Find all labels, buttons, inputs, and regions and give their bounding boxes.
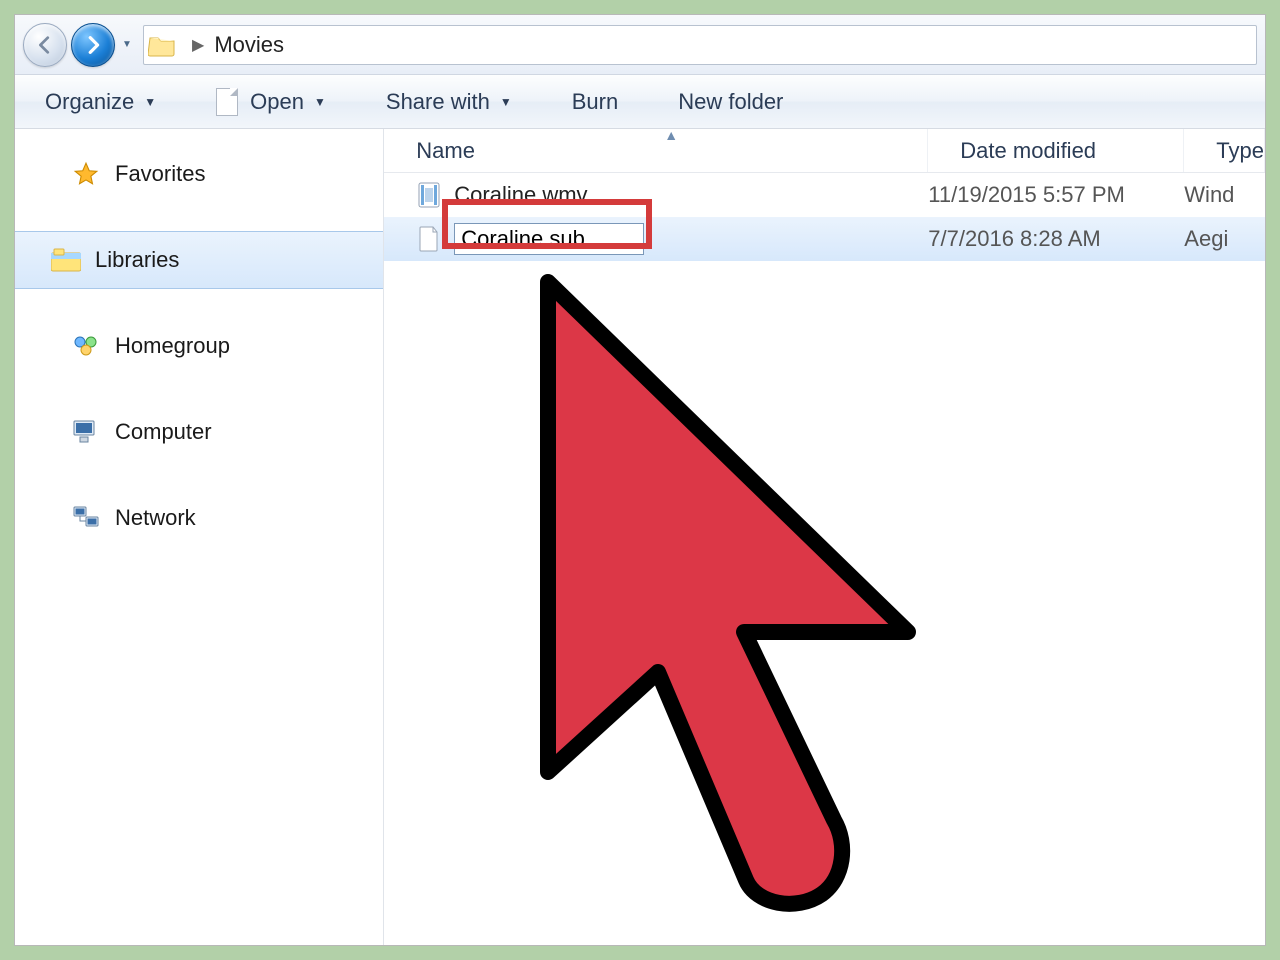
sidebar-item-libraries[interactable]: Libraries (15, 231, 383, 289)
network-icon (69, 503, 103, 533)
chevron-down-icon: ▼ (314, 95, 326, 109)
file-icon (216, 88, 238, 116)
file-date: 7/7/2016 8:28 AM (928, 226, 1184, 252)
open-menu[interactable]: Open▼ (216, 88, 326, 116)
sidebar-item-homegroup[interactable]: Homegroup (15, 317, 383, 375)
column-header-date[interactable]: Date modified (928, 129, 1184, 172)
sidebar-item-favorites[interactable]: Favorites (15, 145, 383, 203)
organize-menu[interactable]: Organize▼ (45, 89, 156, 115)
content-area: Favorites Libraries Homegroup (15, 129, 1265, 945)
file-name: Coraline.wmv (454, 182, 587, 208)
sidebar-item-label: Libraries (95, 247, 179, 273)
file-list-pane: ▲ Name Date modified Type Coraline.wmv 1… (384, 129, 1265, 945)
nav-back-button[interactable] (23, 23, 67, 67)
sort-indicator-icon: ▲ (664, 127, 678, 143)
generic-file-icon (416, 226, 442, 252)
navigation-pane: Favorites Libraries Homegroup (15, 129, 384, 945)
column-headers: ▲ Name Date modified Type (384, 129, 1265, 173)
sidebar-item-label: Network (115, 505, 196, 531)
file-type: Aegi (1184, 226, 1265, 252)
address-bar[interactable]: ▶ Movies (143, 25, 1257, 65)
video-file-icon (416, 182, 442, 208)
sidebar-item-label: Homegroup (115, 333, 230, 359)
explorer-window: ▼ ▶ Movies Organize▼ Open▼ Share with▼ B… (14, 14, 1266, 946)
command-bar: Organize▼ Open▼ Share with▼ Burn New fol… (15, 75, 1265, 129)
burn-button[interactable]: Burn (572, 89, 618, 115)
chevron-down-icon: ▼ (500, 95, 512, 109)
folder-icon (148, 33, 176, 57)
file-date: 11/19/2015 5:57 PM (928, 182, 1184, 208)
breadcrumb-separator: ▶ (192, 35, 204, 55)
file-rename-input[interactable] (454, 223, 644, 255)
chevron-down-icon: ▼ (144, 95, 156, 109)
nav-forward-button[interactable] (71, 23, 115, 67)
column-header-name[interactable]: Name (384, 129, 928, 172)
file-type: Wind (1184, 182, 1265, 208)
breadcrumb-current[interactable]: Movies (214, 32, 284, 58)
sidebar-item-computer[interactable]: Computer (15, 403, 383, 461)
computer-icon (69, 417, 103, 447)
star-icon (69, 159, 103, 189)
file-row[interactable]: 7/7/2016 8:28 AM Aegi (384, 217, 1265, 261)
sidebar-item-network[interactable]: Network (15, 489, 383, 547)
column-header-type[interactable]: Type (1184, 129, 1265, 172)
new-folder-button[interactable]: New folder (678, 89, 783, 115)
share-with-menu[interactable]: Share with▼ (386, 89, 512, 115)
nav-recent-dropdown[interactable]: ▼ (119, 23, 135, 67)
sidebar-item-label: Favorites (115, 161, 205, 187)
libraries-icon (49, 245, 83, 275)
homegroup-icon (69, 331, 103, 361)
file-row[interactable]: Coraline.wmv 11/19/2015 5:57 PM Wind (384, 173, 1265, 217)
sidebar-item-label: Computer (115, 419, 212, 445)
nav-bar: ▼ ▶ Movies (15, 15, 1265, 75)
